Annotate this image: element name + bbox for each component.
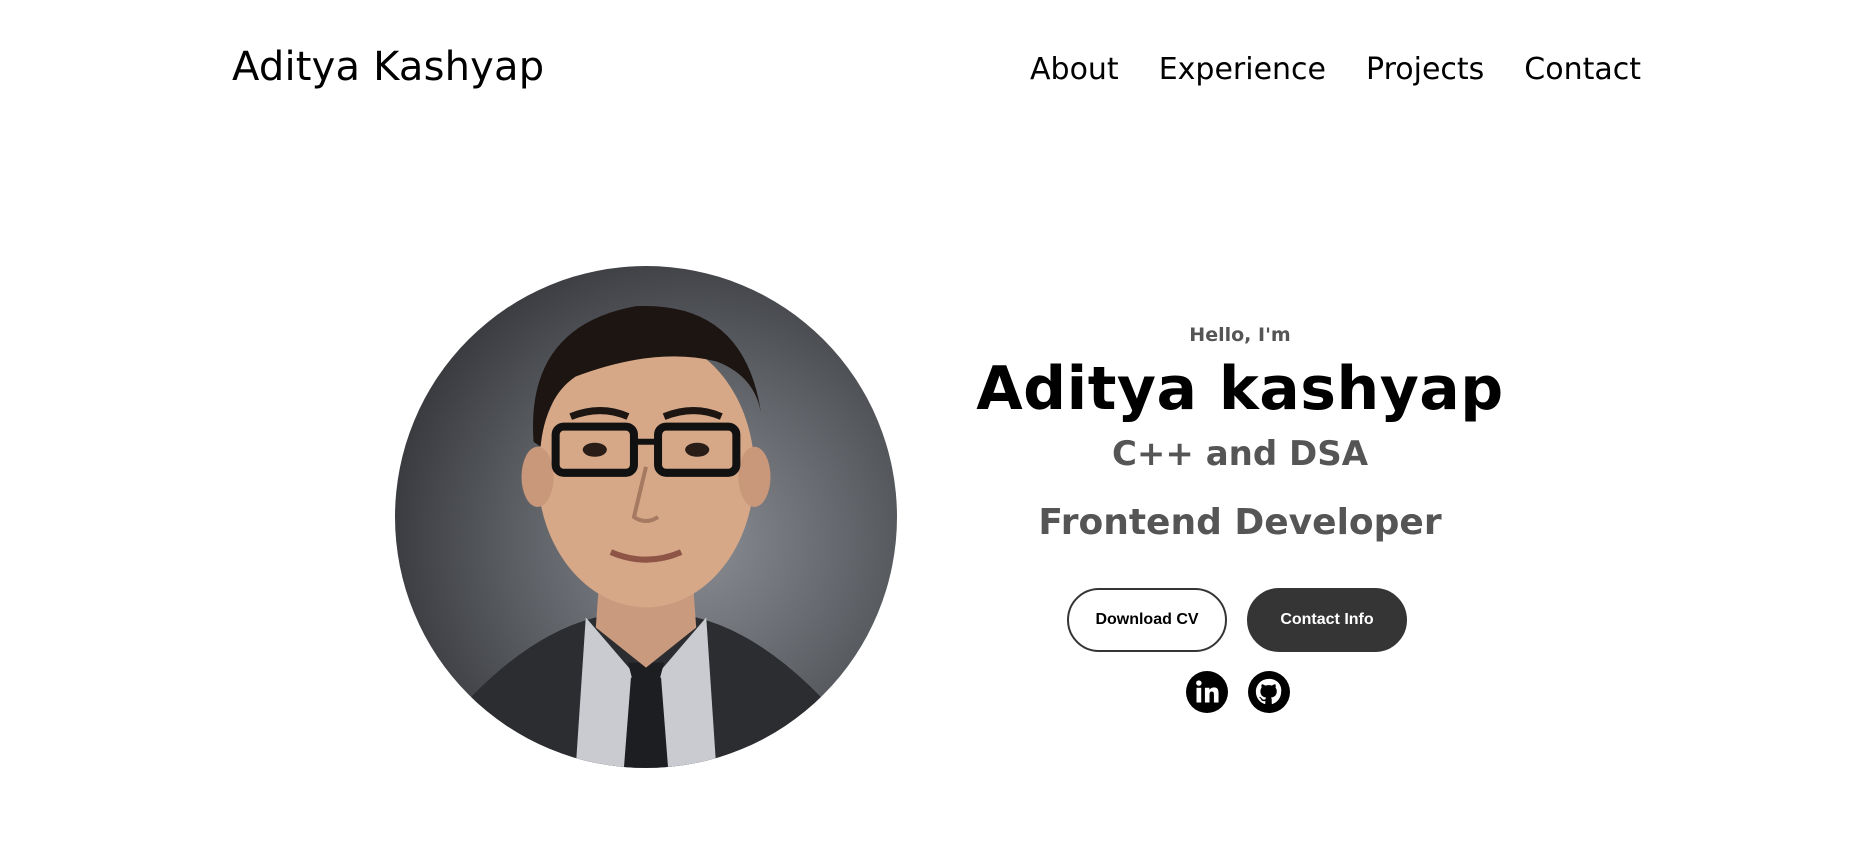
linkedin-icon[interactable] xyxy=(1186,671,1228,713)
hero-text: Hello, I'm Aditya kashyap C++ and DSA Fr… xyxy=(940,320,1540,543)
profile-photo xyxy=(395,266,897,768)
contact-info-button[interactable]: Contact Info xyxy=(1247,588,1407,652)
profile-photo-illustration xyxy=(435,305,857,768)
download-cv-button[interactable]: Download CV xyxy=(1067,588,1227,652)
nav-link-experience[interactable]: Experience xyxy=(1159,52,1326,87)
site-logo[interactable]: Aditya Kashyap xyxy=(232,44,544,90)
main-nav: About Experience Projects Contact xyxy=(1030,52,1641,87)
social-links xyxy=(1186,671,1290,713)
hero-role-primary: C++ and DSA xyxy=(1111,434,1369,474)
hero-role-secondary: Frontend Developer xyxy=(1038,502,1442,543)
nav-link-about[interactable]: About xyxy=(1030,52,1119,87)
nav-link-contact[interactable]: Contact xyxy=(1524,52,1641,87)
hero-buttons: Download CV Contact Info xyxy=(1067,588,1407,652)
hero-greeting: Hello, I'm xyxy=(1189,324,1291,346)
nav-link-projects[interactable]: Projects xyxy=(1366,52,1484,87)
github-icon[interactable] xyxy=(1248,671,1290,713)
hero-name: Aditya kashyap xyxy=(976,354,1504,424)
portfolio-page: Aditya Kashyap About Experience Projects… xyxy=(0,0,1852,867)
